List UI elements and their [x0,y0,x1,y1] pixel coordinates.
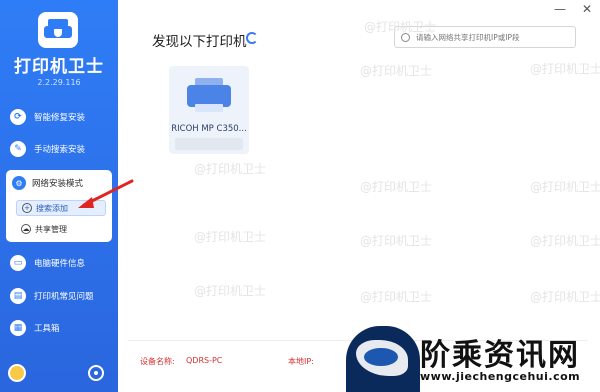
watermark: @打印机卫士 [360,180,433,194]
ip-search-input[interactable] [416,32,566,42]
wrench-icon: ✎ [10,141,26,157]
sidebar-item-hardware-info[interactable]: ▭ 电脑硬件信息 [10,252,110,274]
app-title: 打印机卫士 [14,57,104,77]
watermark: @打印机卫士 [530,62,600,76]
device-name-value: QDRS-PC [186,356,223,365]
app-version: 2.2.29.116 [37,78,81,87]
site-logo-icon [346,326,420,392]
watermark: @打印机卫士 [360,64,433,78]
watermark: @打印机卫士 [360,290,433,304]
network-icon: ⚙ [12,176,26,190]
sidebar-item-toolbox[interactable]: ▦ 工具箱 [10,317,110,339]
sidebar-item-label: 打印机常见问题 [34,292,94,302]
sub-item-label: 共享管理 [35,224,67,234]
annotation-arrow-icon [78,179,134,208]
site-badge-title: 阶乘资讯网 [420,338,580,373]
refresh-icon[interactable] [246,32,258,44]
minimize-icon[interactable]: — [554,2,566,16]
monitor-icon: ▭ [10,255,26,271]
watermark: @打印机卫士 [530,290,600,304]
watermark: @打印机卫士 [194,284,267,298]
toolbox-icon: ▦ [10,320,26,336]
sub-item-share-manage[interactable]: ☁ 共享管理 [16,221,106,237]
sidebar-item-label: 工具箱 [34,324,60,334]
app-logo-icon [38,12,78,48]
printer-detail-redacted [175,138,243,150]
sidebar-item-manual-search[interactable]: ✎ 手动搜索安装 [10,138,110,160]
avatar[interactable] [8,364,26,382]
sidebar-item-label: 电脑硬件信息 [34,259,86,269]
watermark: @打印机卫士 [530,180,600,194]
watermark: @打印机卫士 [364,20,437,34]
search-add-icon: + [22,203,32,213]
device-name-label: 设备名称: [140,357,175,366]
printer-name: RICOH MP C350... [171,124,247,134]
settings-icon[interactable] [88,365,104,381]
repair-icon: ⟳ [10,109,26,125]
page-title: 发现以下打印机 [152,34,247,50]
close-icon[interactable]: ✕ [582,2,592,16]
sidebar-item-label: 智能修复安装 [34,113,86,123]
watermark: @打印机卫士 [360,234,433,248]
sidebar-item-smart-repair[interactable]: ⟳ 智能修复安装 [10,106,110,128]
sidebar-item-label: 手动搜索安装 [34,145,86,155]
printer-card[interactable]: RICOH MP C350... [169,66,249,154]
site-badge-url: www.jiechengcehui.com [420,370,581,383]
sub-item-label: 搜索添加 [36,203,68,213]
printer-icon: ▤ [10,288,26,304]
watermark: @打印机卫士 [194,230,267,244]
local-ip-label: 本地IP: [288,357,314,366]
cloud-icon: ☁ [21,224,31,234]
sidebar-item-faq[interactable]: ▤ 打印机常见问题 [10,285,110,307]
watermark: @打印机卫士 [530,234,600,248]
window-controls: — ✕ [554,2,592,16]
watermark: @打印机卫士 [194,162,267,176]
